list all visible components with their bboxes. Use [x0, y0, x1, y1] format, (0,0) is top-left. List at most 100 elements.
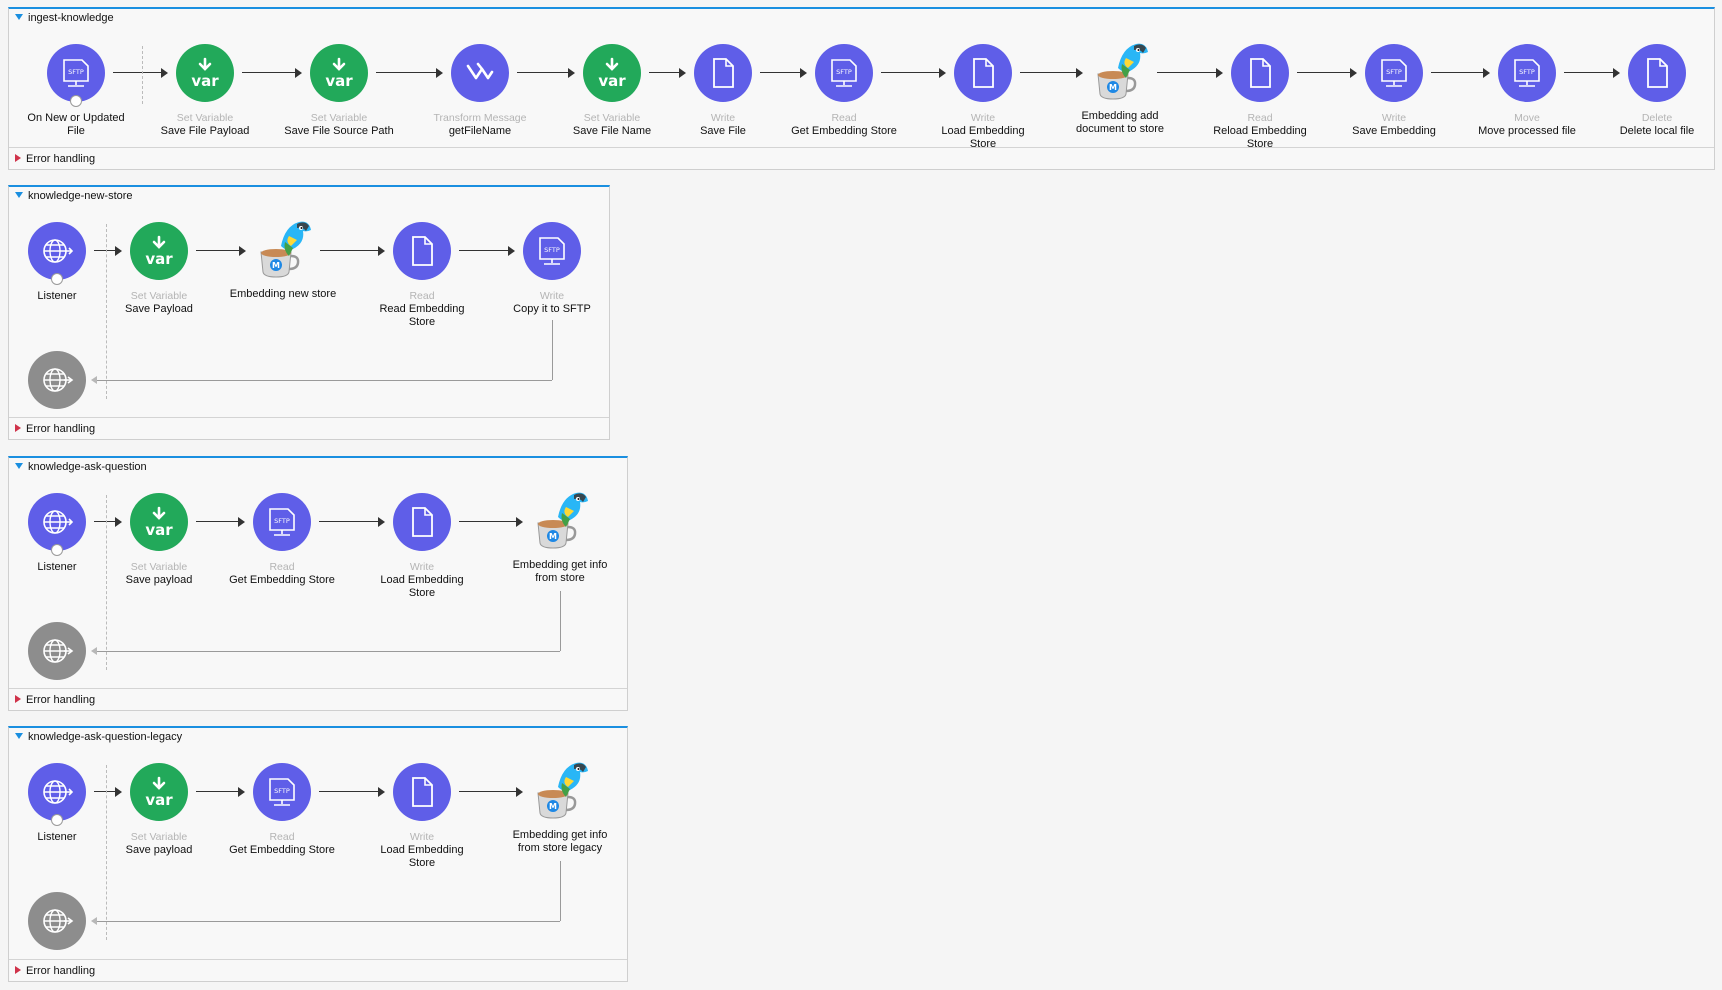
flow-node[interactable]: SFTP On New or Updated File	[21, 44, 131, 138]
http-listener-icon	[28, 222, 86, 285]
collapse-triangle-icon[interactable]	[15, 733, 23, 739]
error-handling-bar[interactable]: Error handling	[9, 147, 1714, 169]
collapse-triangle-icon[interactable]	[15, 192, 23, 198]
node-label: Listener	[37, 290, 77, 302]
flow-node[interactable]: Read Read Embedding Store	[367, 222, 477, 329]
flow-node[interactable]: var Set Variable Save payload	[104, 493, 214, 587]
node-label: Save File Payload	[160, 125, 250, 137]
node-label: Embedding get info from store legacy	[512, 829, 608, 854]
flow-node[interactable]: var Set Variable Save File Source Path	[284, 44, 394, 138]
node-label: Save payload	[125, 574, 193, 586]
flow-node[interactable]: SFTP Read Get Embedding Store	[227, 763, 337, 857]
error-handling-label: Error handling	[26, 694, 96, 706]
flow-node[interactable]: var Set Variable Save Payload	[104, 222, 214, 316]
flow-header[interactable]: knowledge-new-store	[9, 187, 609, 205]
sftp-icon: SFTP	[253, 763, 311, 821]
mule-parrot-icon: M	[528, 759, 592, 819]
error-handling-bar[interactable]: Error handling	[9, 688, 627, 710]
mule-parrot-icon: M	[528, 489, 592, 549]
flow-node[interactable]: SFTP Write Copy it to SFTP	[497, 222, 607, 316]
http-response-icon	[28, 351, 86, 409]
error-handling-bar[interactable]: Error handling	[9, 417, 609, 439]
sftp-icon: SFTP	[253, 493, 311, 551]
svg-text:SFTP: SFTP	[274, 787, 290, 795]
node-type: Move	[1514, 112, 1540, 124]
flow-header[interactable]: knowledge-ask-question	[9, 458, 627, 476]
flow-header[interactable]: ingest-knowledge	[9, 9, 1714, 27]
node-label: Load Embedding Store	[380, 844, 464, 869]
http-response-node[interactable]	[2, 622, 112, 680]
flow-node[interactable]: Write Save File	[668, 44, 778, 138]
node-label: Move processed file	[1478, 125, 1576, 137]
flow-node[interactable]: SFTP Read Get Embedding Store	[789, 44, 899, 138]
svg-text:var: var	[325, 72, 353, 90]
var-icon: var	[130, 763, 188, 821]
flow-node[interactable]: Delete Delete local file	[1602, 44, 1712, 138]
flow-header[interactable]: knowledge-ask-question-legacy	[9, 728, 627, 746]
http-listener-icon	[28, 493, 86, 556]
flow-node[interactable]: Read Reload Embedding Store	[1205, 44, 1315, 151]
file-icon	[1231, 44, 1289, 102]
flow-node[interactable]: Listener	[2, 493, 112, 574]
flow-name: knowledge-ask-question-legacy	[28, 731, 183, 743]
source-badge-icon	[70, 95, 82, 107]
flow-knowledge-new-store: knowledge-new-store Listener var Set Varia…	[8, 185, 610, 440]
http-response-icon	[28, 622, 86, 680]
http-response-icon	[28, 892, 86, 950]
node-type: Read	[831, 112, 857, 124]
flow-node[interactable]: Transform Message getFileName	[425, 44, 535, 138]
node-type: Set Variable	[130, 831, 188, 843]
flow-ingest-knowledge: ingest-knowledge SFTP On New or Updated F…	[8, 7, 1715, 170]
expand-triangle-icon[interactable]	[15, 695, 21, 703]
flow-node[interactable]: var Set Variable Save File Payload	[150, 44, 260, 138]
collapse-triangle-icon[interactable]	[15, 463, 23, 469]
flow-name: knowledge-new-store	[28, 190, 133, 202]
http-listener-icon	[28, 763, 86, 826]
error-handling-bar[interactable]: Error handling	[9, 959, 627, 981]
svg-text:SFTP: SFTP	[544, 246, 560, 254]
flow-node[interactable]: var Set Variable Save File Name	[557, 44, 667, 138]
flow-node[interactable]: Write Load Embedding Store	[367, 493, 477, 600]
flow-node[interactable]: M Embedding get info from store	[505, 492, 615, 585]
http-response-node[interactable]	[2, 892, 112, 950]
flow-node[interactable]: M Embedding add document to store	[1065, 43, 1175, 136]
http-response-node[interactable]	[2, 351, 112, 409]
node-type: Delete	[1641, 112, 1673, 124]
source-badge-icon	[51, 273, 63, 285]
error-handling-label: Error handling	[26, 965, 96, 977]
flow-node[interactable]: M Embedding get info from store legacy	[505, 762, 615, 855]
expand-triangle-icon[interactable]	[15, 424, 21, 432]
node-type: Read	[409, 290, 435, 302]
flow-node[interactable]: Write Load Embedding Store	[367, 763, 477, 870]
flow-node[interactable]: SFTP Write Save Embedding	[1339, 44, 1449, 138]
file-icon	[954, 44, 1012, 102]
svg-text:var: var	[145, 250, 173, 268]
node-label: Load Embedding Store	[380, 574, 464, 599]
return-path-line	[95, 380, 552, 381]
node-type: Write	[409, 561, 435, 573]
return-path-line	[552, 320, 553, 380]
collapse-triangle-icon[interactable]	[15, 14, 23, 20]
node-type: Read	[269, 561, 295, 573]
node-label: Listener	[37, 561, 77, 573]
node-type: Transform Message	[433, 112, 527, 124]
return-path-line	[560, 591, 561, 651]
return-path-line	[560, 861, 561, 921]
flow-node[interactable]: Listener	[2, 763, 112, 844]
flow-node[interactable]: M Embedding new store	[228, 221, 338, 301]
flow-node[interactable]: var Set Variable Save payload	[104, 763, 214, 857]
file-icon	[393, 222, 451, 280]
error-handling-label: Error handling	[26, 153, 96, 165]
expand-triangle-icon[interactable]	[15, 154, 21, 162]
mule-parrot-icon: M	[251, 218, 315, 278]
node-label: Copy it to SFTP	[513, 303, 591, 315]
flow-node[interactable]: Listener	[2, 222, 112, 303]
expand-triangle-icon[interactable]	[15, 966, 21, 974]
error-handling-label: Error handling	[26, 423, 96, 435]
node-label: Read Embedding Store	[379, 303, 465, 328]
flow-node[interactable]: SFTP Read Get Embedding Store	[227, 493, 337, 587]
svg-text:var: var	[191, 72, 219, 90]
file-icon	[694, 44, 752, 102]
flow-node[interactable]: SFTP Move Move processed file	[1472, 44, 1582, 138]
flow-node[interactable]: Write Load Embedding Store	[928, 44, 1038, 151]
